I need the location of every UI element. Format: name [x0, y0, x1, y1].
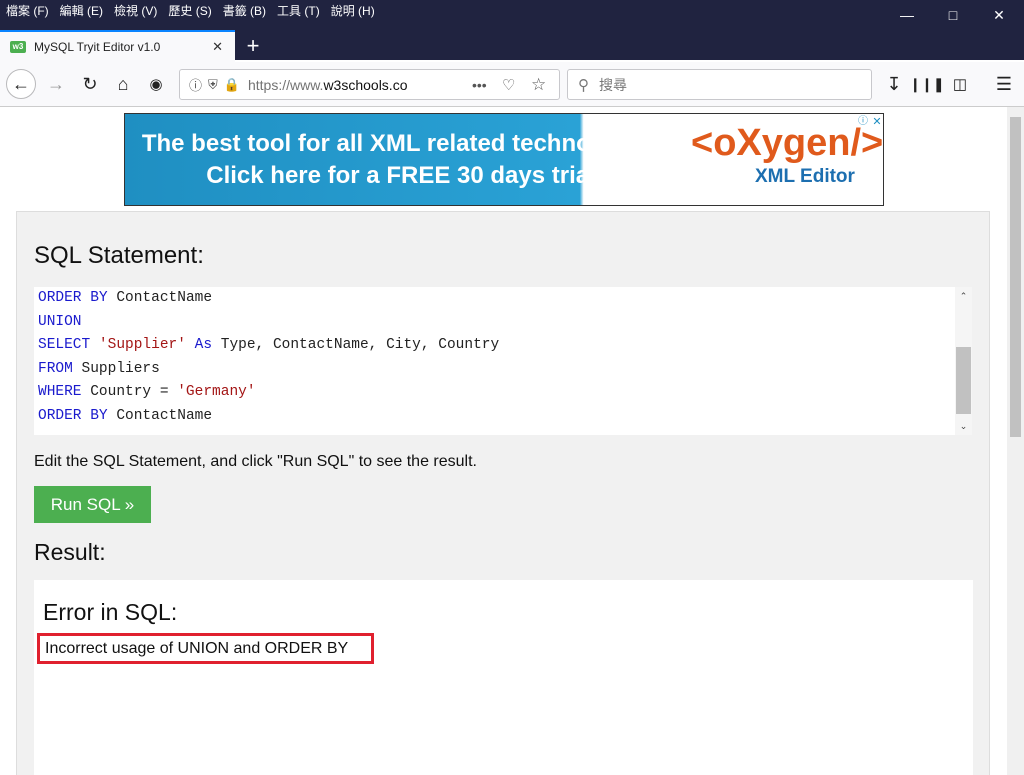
sql-keyword: SELECT [38, 337, 91, 353]
sql-text: Type, ContactName, City, Country [212, 337, 500, 353]
sql-code[interactable]: ORDER BY ContactName UNION SELECT 'Supplie… [38, 287, 499, 428]
search-placeholder[interactable]: 搜尋 [599, 75, 627, 95]
code-line[interactable]: UNION [38, 311, 499, 335]
code-line[interactable]: ORDER BY ContactName [38, 287, 499, 311]
ad-line-2: Click here for a FREE 30 days trial! [206, 162, 604, 189]
menu-item-0[interactable]: 檔案 (F) [0, 0, 54, 22]
tab-close-icon[interactable]: ✕ [212, 39, 223, 55]
sql-string: 'Supplier' [98, 337, 186, 353]
sql-text: Country = [81, 384, 178, 400]
oxygen-logo: <oXygen/> [691, 122, 884, 164]
library-icon[interactable]: ❙❙❚ [909, 70, 944, 98]
sql-keyword: UNION [38, 313, 82, 330]
info-icon[interactable]: ⓘ [189, 75, 202, 94]
close-window-icon[interactable]: ✕ [976, 0, 1022, 30]
error-heading: Error in SQL: [43, 599, 178, 625]
menu-item-3[interactable]: 歷史 (S) [162, 0, 216, 22]
editor-scrollbar[interactable]: ⌃ ⌄ [955, 287, 972, 435]
sql-text: Suppliers [72, 360, 160, 377]
result-box: Error in SQL: Incorrect usage of UNION a… [34, 580, 973, 775]
pocket-icon[interactable]: ♡ [502, 76, 515, 94]
nav-toolbar: ← → ↻ ⌂ ◉ ⓘ ⛨ 🔒 https://www.w3schools.co… [0, 62, 1024, 107]
sql-text: ContactName [107, 407, 213, 424]
sql-string: 'Germany' [177, 384, 256, 400]
menu-item-2[interactable]: 檢視 (V) [108, 0, 162, 22]
scroll-up-icon[interactable]: ⌃ [955, 289, 972, 303]
shield-icon[interactable]: ⛨ [208, 77, 218, 93]
account-icon[interactable]: ◉ [142, 70, 170, 98]
sql-keyword: ORDER BY [38, 407, 108, 424]
sql-keyword: As [194, 337, 213, 353]
search-icon: ⚲ [578, 76, 589, 94]
ad-brand[interactable]: <oXygen/> XML Editor ⓘ ✕ [685, 114, 884, 205]
url-bar[interactable]: ⓘ ⛨ 🔒 https://www.w3schools.co ••• ♡ ☆ [179, 69, 560, 100]
back-arrow-icon[interactable]: ← [6, 69, 36, 99]
sql-keyword: WHERE [38, 384, 82, 400]
browser-tab[interactable]: w3 MySQL Tryit Editor v1.0 ✕ [0, 30, 235, 62]
ad-info-icon[interactable]: ⓘ [857, 116, 869, 128]
page-scroll-thumb[interactable] [1010, 117, 1021, 437]
menu-item-6[interactable]: 說明 (H) [325, 0, 380, 22]
window-titlebar: 檔案 (F) 編輯 (E) 檢視 (V) 歷史 (S) 書籤 (B) 工具 (T) 說明 (… [0, 0, 1024, 62]
maximize-icon[interactable]: □ [930, 0, 976, 30]
ad-line-1: The best tool for all XML related techno… [141, 130, 669, 157]
new-tab-icon[interactable]: + [240, 32, 266, 60]
code-line[interactable]: WHERE Country = 'Germany' [38, 381, 499, 405]
search-bar[interactable]: ⚲ 搜尋 [567, 69, 872, 100]
tryit-panel: SQL Statement: ORDER BY ContactName UNION… [16, 211, 990, 775]
ad-banner[interactable]: The best tool for all XML related techno… [124, 113, 884, 206]
code-line[interactable]: SELECT 'Supplier' As Type, ContactName, … [38, 334, 499, 358]
downloads-icon[interactable]: ↧ [880, 70, 908, 98]
reload-icon[interactable]: ↻ [76, 70, 104, 98]
sql-editor[interactable]: ORDER BY ContactName UNION SELECT 'Supplie… [34, 287, 972, 435]
page-actions-icon[interactable]: ••• [472, 77, 487, 93]
url-text[interactable]: https://www.w3schools.co [248, 77, 408, 93]
w3-favicon-icon: w3 [10, 41, 26, 53]
page-content: The best tool for all XML related techno… [0, 107, 1007, 775]
page-scrollbar[interactable] [1007, 107, 1024, 775]
code-line[interactable]: FROM Suppliers [38, 358, 499, 382]
minimize-icon[interactable]: — [884, 0, 930, 30]
editor-scroll-thumb[interactable] [956, 347, 971, 414]
tab-title: MySQL Tryit Editor v1.0 [34, 40, 161, 54]
sql-heading: SQL Statement: [34, 242, 204, 269]
error-message: Incorrect usage of UNION and ORDER BY [37, 633, 374, 664]
scroll-down-icon[interactable]: ⌄ [955, 419, 972, 433]
menu-hamburger-icon[interactable]: ☰ [990, 70, 1018, 98]
bookmark-star-icon[interactable]: ☆ [531, 75, 546, 95]
menu-item-5[interactable]: 工具 (T) [271, 0, 325, 22]
home-icon[interactable]: ⌂ [109, 70, 137, 98]
lock-icon[interactable]: 🔒 [224, 77, 240, 93]
sidebar-icon[interactable]: ◫ [946, 70, 974, 98]
sql-text: ContactName [107, 290, 213, 306]
menu-item-4[interactable]: 書籤 (B) [217, 0, 271, 22]
run-sql-button[interactable]: Run SQL » [34, 486, 151, 523]
result-heading: Result: [34, 539, 106, 565]
sql-keyword: ORDER BY [38, 290, 108, 306]
sql-keyword: FROM [38, 360, 73, 377]
code-line[interactable]: ORDER BY ContactName [38, 405, 499, 429]
ad-product: XML Editor [755, 166, 855, 187]
menu-item-1[interactable]: 編輯 (E) [54, 0, 108, 22]
ad-text[interactable]: The best tool for all XML related techno… [125, 114, 685, 205]
ad-close-icon[interactable]: ✕ [871, 116, 883, 128]
menu-bar: 檔案 (F) 編輯 (E) 檢視 (V) 歷史 (S) 書籤 (B) 工具 (T) 說明 (… [0, 0, 380, 22]
instructions-text: Edit the SQL Statement, and click "Run S… [34, 453, 477, 470]
forward-arrow-icon[interactable]: → [42, 70, 70, 98]
